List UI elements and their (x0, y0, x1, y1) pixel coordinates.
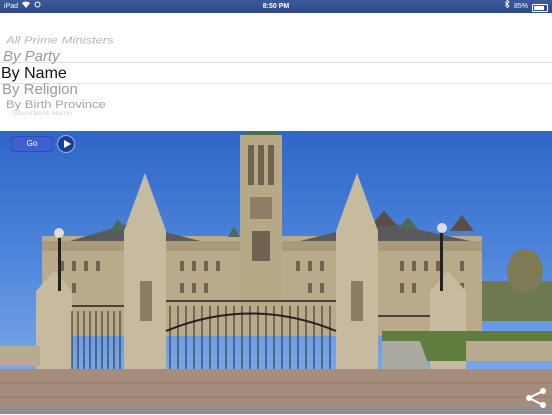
battery-icon (532, 4, 548, 12)
status-bar: iPad 8:50 PM 85% (0, 0, 552, 13)
picker-item-by-religion[interactable]: By Religion (2, 81, 78, 98)
picker-selection-bottom-line (0, 83, 552, 84)
picker-item-by-party[interactable]: By Party (3, 48, 60, 65)
picker-item-shortest-term[interactable]: Shortest term (12, 110, 72, 117)
picker-item-by-birth-province[interactable]: By Birth Province (6, 98, 106, 111)
parliament-illustration (0, 131, 552, 414)
picker-selection-top-line (0, 62, 552, 63)
status-time: 8:50 PM (262, 3, 290, 10)
share-icon[interactable] (524, 386, 548, 410)
parliament-building-photo (0, 131, 552, 414)
battery-percent: 85% (513, 3, 528, 10)
status-right: 85% (504, 0, 548, 13)
category-picker[interactable]: All Prime Ministers By Party By Name By … (0, 15, 552, 131)
go-button[interactable]: Go (12, 137, 52, 151)
picker-item-all-prime-ministers[interactable]: All Prime Ministers (6, 34, 114, 46)
play-arrow-icon[interactable] (57, 135, 75, 153)
bluetooth-icon (504, 0, 510, 13)
